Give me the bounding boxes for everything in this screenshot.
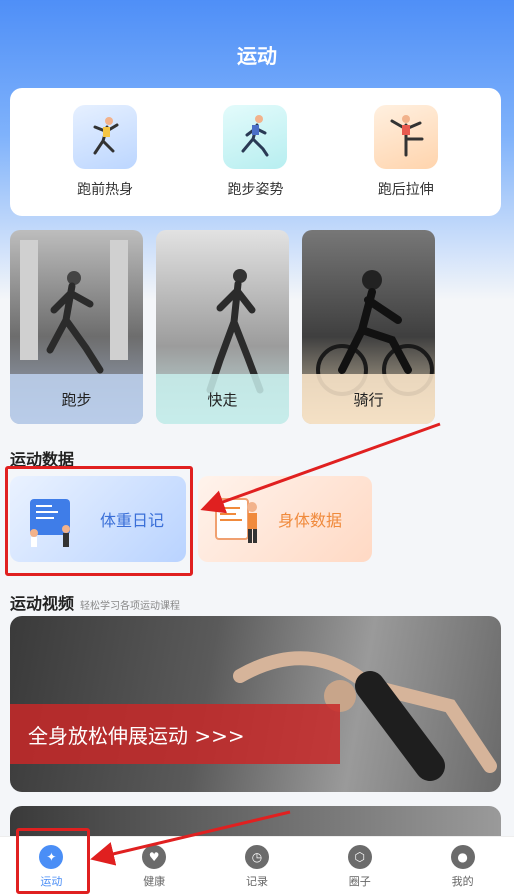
video-subtitle: 轻松学习各项运动课程 (80, 601, 181, 612)
body-data-icon (215, 498, 257, 543)
body-data-card[interactable]: 身体数据 (198, 476, 372, 562)
health-tab-icon: ♥ (142, 844, 167, 869)
video-banner: 全身放松伸展运动 >>> (10, 704, 340, 764)
user-tab-icon: ● (450, 844, 475, 869)
warmup-label: 跑步姿势 (227, 182, 284, 198)
tab-label: 健康 (143, 874, 166, 888)
highlight-box-weight (5, 466, 193, 576)
video-title: 运动视频 (10, 594, 75, 613)
sport-label: 快走 (207, 391, 238, 409)
sport-card-run[interactable]: 跑步 (10, 230, 143, 424)
body-data-label: 身体数据 (278, 511, 343, 530)
hexagon-tab-icon: ⬡ (347, 844, 372, 869)
sport-card-ride[interactable]: 骑行 (302, 230, 435, 424)
sport-label: 骑行 (353, 391, 384, 409)
warmup-card: 跑前热身 跑步姿势 跑后拉伸 (10, 88, 501, 216)
highlight-box-tab (16, 828, 90, 894)
tab-circle[interactable]: ⬡ 圈子 (320, 844, 400, 889)
clock-tab-icon: ◷ (244, 844, 269, 869)
sport-card-walk[interactable]: 快走 (156, 230, 289, 424)
warmup-item-post-run[interactable]: 跑后拉伸 (351, 105, 461, 199)
tab-label: 记录 (245, 874, 268, 888)
running-icon (223, 105, 288, 169)
video-card-stretch[interactable]: 全身放松伸展运动 >>> (10, 616, 501, 792)
tab-record[interactable]: ◷ 记录 (217, 844, 297, 889)
tab-health[interactable]: ♥ 健康 (114, 844, 194, 889)
page-title: 运动 (237, 44, 277, 68)
warmup-icon (73, 105, 138, 169)
tab-label: 圈子 (348, 874, 371, 888)
sport-label: 跑步 (61, 391, 92, 409)
sport-row: 跑步 快走 骑行 (10, 230, 440, 424)
warmup-label: 跑后拉伸 (377, 182, 434, 198)
warmup-item-pre-run[interactable]: 跑前热身 (50, 105, 160, 199)
tab-label: 我的 (451, 874, 474, 888)
section-title-video: 运动视频 轻松学习各项运动课程 (10, 590, 180, 614)
warmup-label: 跑前热身 (77, 182, 134, 198)
warmup-item-running-form[interactable]: 跑步姿势 (200, 105, 310, 199)
tab-mine[interactable]: ● 我的 (423, 844, 503, 889)
stretch-icon (373, 105, 438, 169)
